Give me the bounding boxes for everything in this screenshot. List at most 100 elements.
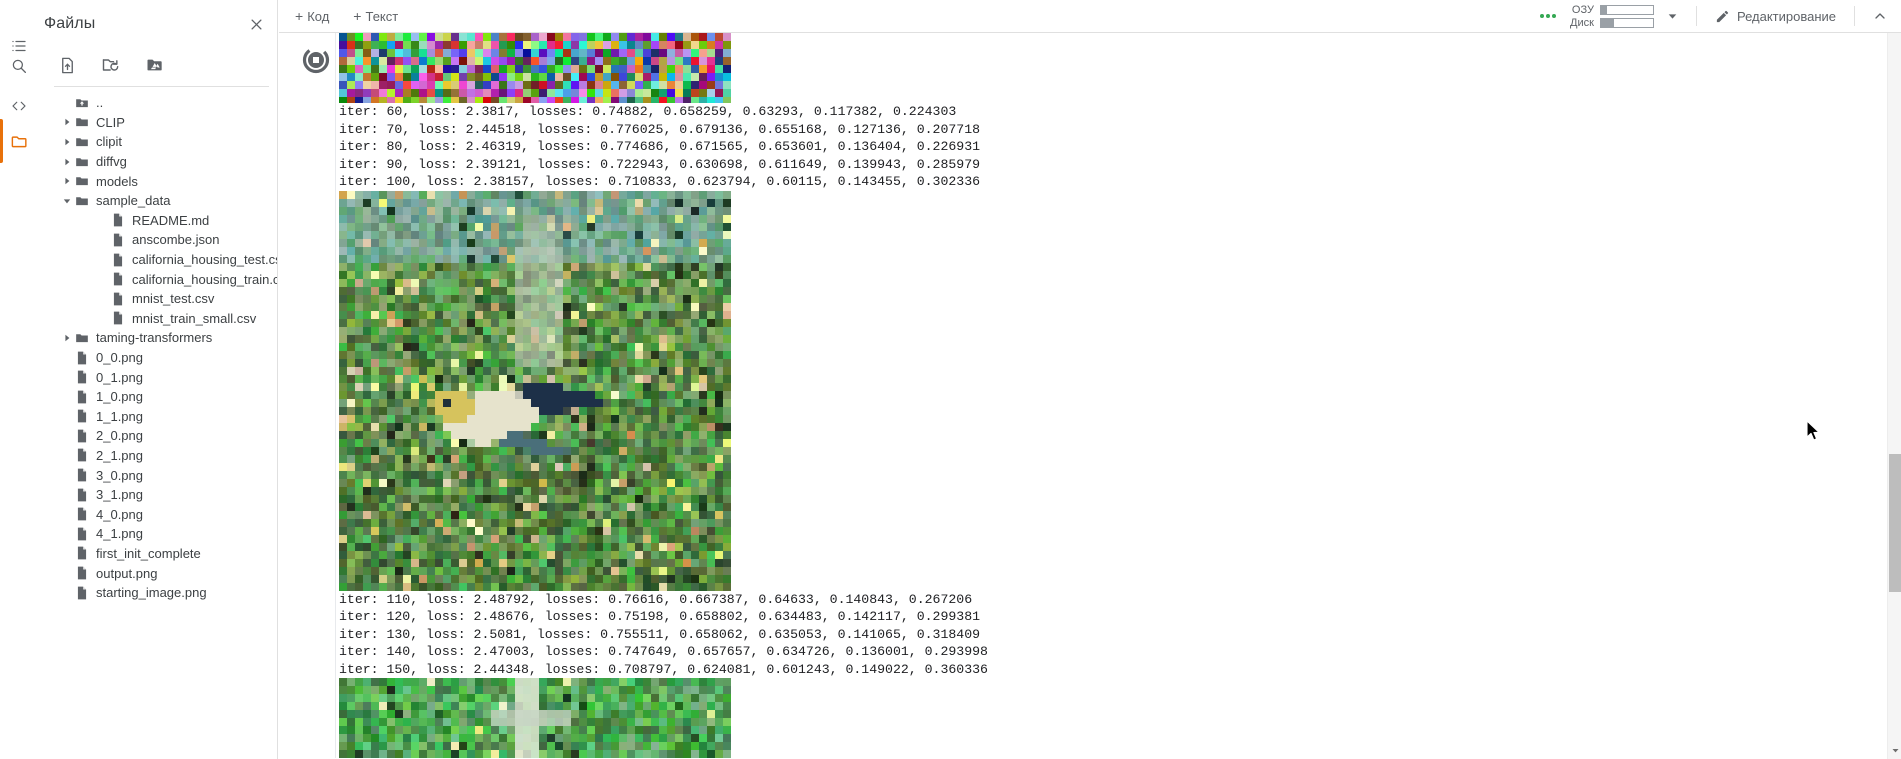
file-icon — [110, 310, 126, 326]
tree-item-label: 4_1.png — [96, 526, 143, 542]
chevron-up-icon[interactable] — [1865, 2, 1895, 30]
cell-run-gutter[interactable] — [301, 45, 335, 79]
add-text-cell-button[interactable]: + Текст — [345, 6, 406, 27]
tree-file-item[interactable]: anscombe.json — [38, 230, 277, 250]
chevron-down-icon[interactable] — [1660, 3, 1686, 29]
tree-folder-item[interactable]: taming-transformers — [38, 328, 277, 348]
tree-file-item[interactable]: 1_0.png — [38, 387, 277, 407]
resource-meters[interactable]: ОЗУ Диск — [1564, 4, 1654, 29]
file-icon — [74, 545, 90, 561]
files-panel-header: Файлы — [38, 0, 277, 48]
file-icon — [110, 291, 126, 307]
tree-file-item[interactable]: california_housing_test.csv — [38, 250, 277, 270]
google-drive-folder-icon[interactable] — [142, 52, 168, 78]
tree-item-label: taming-transformers — [96, 330, 213, 346]
pencil-icon — [1715, 9, 1730, 24]
chevron-right-icon[interactable] — [60, 331, 74, 345]
iteration-log-block-2: iter: 110, loss: 2.48792, losses: 0.7661… — [339, 591, 988, 677]
tree-item-label: california_housing_train.csv — [132, 271, 278, 287]
scroll-down-arrow-icon[interactable] — [1888, 743, 1901, 757]
tree-item-label: california_housing_test.csv — [132, 252, 278, 268]
ram-meter-track — [1599, 4, 1654, 15]
chevron-down-icon[interactable] — [60, 194, 74, 208]
tree-folder-item[interactable]: sample_data — [38, 191, 277, 211]
status-dot — [1545, 14, 1550, 18]
tree-item-label: mnist_train_small.csv — [132, 310, 257, 326]
disk-meter-row: Диск — [1564, 17, 1654, 29]
tree-item-label: 1_1.png — [96, 408, 143, 424]
chevron-right-icon[interactable] — [60, 174, 74, 188]
files-icon[interactable] — [0, 119, 38, 163]
tree-file-item[interactable]: starting_image.png — [38, 583, 277, 603]
files-panel-title: Файлы — [44, 15, 96, 32]
connection-status-dots[interactable] — [1539, 14, 1556, 18]
tree-file-item[interactable]: mnist_test.csv — [38, 289, 277, 309]
tree-item-label: first_init_complete — [96, 545, 201, 561]
folder-icon — [74, 114, 90, 130]
colab-window: Файлы .. CLIP clipit diffvg models sampl… — [0, 0, 1901, 759]
file-icon — [74, 428, 90, 444]
file-icon — [74, 369, 90, 385]
notebook-scroll-area[interactable]: iter: 60, loss: 2.3817, losses: 0.74882,… — [279, 33, 1887, 759]
tree-file-item[interactable]: mnist_train_small.csv — [38, 309, 277, 329]
scrollbar-thumb[interactable] — [1889, 454, 1901, 592]
tree-item-label: anscombe.json — [132, 232, 220, 248]
tree-file-item[interactable]: california_housing_train.csv — [38, 269, 277, 289]
tree-file-item[interactable]: 2_0.png — [38, 426, 277, 446]
toolbar-divider — [1695, 6, 1697, 26]
chevron-right-icon[interactable] — [60, 155, 74, 169]
search-icon[interactable] — [0, 44, 38, 88]
chevron-right-icon[interactable] — [60, 135, 74, 149]
tree-file-item[interactable]: README.md — [38, 211, 277, 231]
tree-item-label: 2_0.png — [96, 428, 143, 444]
file-icon — [110, 252, 126, 268]
add-code-cell-button[interactable]: + Код — [287, 6, 337, 27]
tree-folder-item[interactable]: models — [38, 171, 277, 191]
vertical-scrollbar[interactable] — [1887, 33, 1901, 759]
editing-mode-label: Редактирование — [1736, 8, 1836, 24]
plus-icon: + — [353, 8, 362, 24]
tree-file-item[interactable]: 3_0.png — [38, 465, 277, 485]
tree-item-label: .. — [96, 95, 104, 111]
folder-refresh-icon[interactable] — [98, 52, 124, 78]
files-toolbar-divider — [54, 86, 269, 87]
parent-folder-icon — [74, 95, 90, 111]
upload-file-icon[interactable] — [54, 52, 80, 78]
disk-label: Диск — [1570, 16, 1594, 29]
plus-icon: + — [295, 8, 304, 24]
tree-folder-item[interactable]: diffvg — [38, 152, 277, 172]
chevron-right-icon[interactable] — [60, 115, 74, 129]
folder-icon — [74, 330, 90, 346]
tree-item-label: sample_data — [96, 193, 171, 209]
tree-item-label: clipit — [96, 134, 123, 150]
tree-file-item[interactable]: 0_1.png — [38, 367, 277, 387]
status-dot — [1539, 14, 1544, 18]
code-cell-output: iter: 60, loss: 2.3817, losses: 0.74882,… — [279, 33, 1887, 758]
tree-file-item[interactable]: 1_1.png — [38, 407, 277, 427]
tree-file-item[interactable]: 0_0.png — [38, 348, 277, 368]
file-tree: .. CLIP clipit diffvg models sample_data READM… — [38, 93, 277, 602]
file-icon — [74, 389, 90, 405]
file-icon — [110, 232, 126, 248]
tree-folder-item[interactable]: CLIP — [38, 113, 277, 133]
tree-item-label: 0_0.png — [96, 350, 143, 366]
tree-parent-item[interactable]: .. — [38, 93, 277, 113]
tree-file-item[interactable]: output.png — [38, 563, 277, 583]
editing-mode-button[interactable]: Редактирование — [1707, 5, 1844, 28]
iteration-log-block-1: iter: 60, loss: 2.3817, losses: 0.74882,… — [339, 104, 981, 189]
tree-file-item[interactable]: 4_1.png — [38, 524, 277, 544]
folder-icon — [74, 193, 90, 209]
close-icon[interactable] — [245, 13, 267, 35]
busy-stop-icon[interactable] — [301, 45, 331, 75]
folder-icon — [74, 154, 90, 170]
tree-item-label: README.md — [132, 212, 210, 228]
toolbar-divider — [1854, 6, 1855, 26]
tree-item-label: 1_0.png — [96, 389, 143, 405]
tree-file-item[interactable]: 3_1.png — [38, 485, 277, 505]
tree-folder-item[interactable]: clipit — [38, 132, 277, 152]
generated-image-preview-village-bird — [339, 190, 731, 591]
notebook-toolbar: + Код + Текст ОЗУ Диск Редактирование — [279, 0, 1901, 33]
tree-file-item[interactable]: 4_0.png — [38, 504, 277, 524]
tree-file-item[interactable]: first_init_complete — [38, 544, 277, 564]
tree-file-item[interactable]: 2_1.png — [38, 446, 277, 466]
